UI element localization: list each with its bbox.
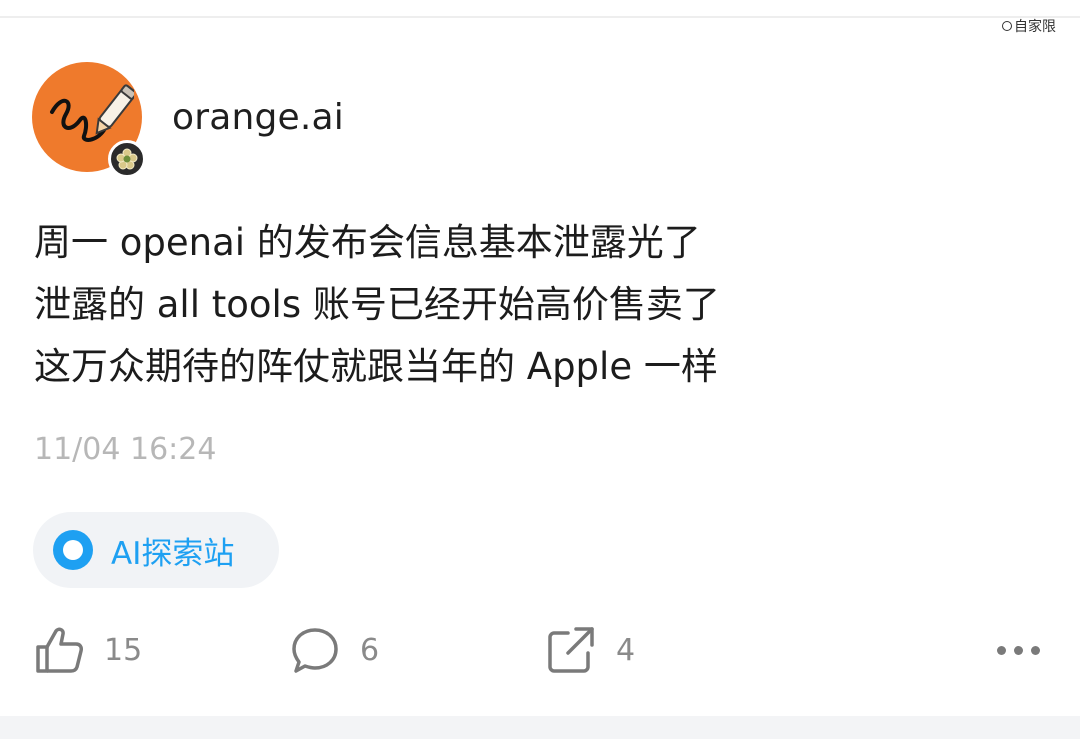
top-divider bbox=[0, 0, 1080, 18]
post-content: 周一 openai 的发布会信息基本泄露光了 泄露的 all tools 账号已… bbox=[34, 212, 720, 398]
more-dots-icon bbox=[1014, 645, 1023, 655]
like-button[interactable]: 15 bbox=[34, 620, 142, 680]
watermark-text: 自家限 bbox=[1014, 19, 1056, 35]
content-line: 泄露的 all tools 账号已经开始高价售卖了 bbox=[34, 283, 720, 326]
topic-tag[interactable]: AI探索站 bbox=[33, 512, 279, 588]
action-bar: 15 6 4 bbox=[0, 620, 1080, 680]
username[interactable]: orange.ai bbox=[172, 97, 344, 138]
post-timestamp: 11/04 16:24 bbox=[34, 432, 217, 467]
content-line: 周一 openai 的发布会信息基本泄露光了 bbox=[34, 221, 701, 264]
content-line: 这万众期待的阵仗就跟当年的 Apple 一样 bbox=[34, 345, 718, 388]
topic-tag-label: AI探索站 bbox=[111, 535, 235, 572]
thumbs-up-icon bbox=[36, 627, 83, 673]
circle-topic-icon bbox=[53, 530, 93, 570]
like-count: 15 bbox=[104, 632, 143, 668]
watermark: 自家限 bbox=[1002, 16, 1056, 36]
share-count: 4 bbox=[616, 632, 636, 668]
more-dots-icon bbox=[997, 645, 1006, 655]
more-button[interactable] bbox=[997, 620, 1040, 680]
bottom-divider bbox=[0, 716, 1080, 739]
comment-count: 6 bbox=[360, 632, 380, 668]
verified-badge-icon bbox=[108, 140, 146, 178]
watermark-icon bbox=[1002, 21, 1012, 31]
share-arrow-icon bbox=[548, 627, 594, 673]
avatar[interactable] bbox=[32, 62, 146, 178]
share-button[interactable]: 4 bbox=[546, 620, 635, 680]
comment-button[interactable]: 6 bbox=[290, 620, 379, 680]
more-dots-icon bbox=[1031, 645, 1040, 655]
post-header: orange.ai bbox=[32, 62, 344, 178]
speech-bubble-icon bbox=[292, 628, 338, 673]
